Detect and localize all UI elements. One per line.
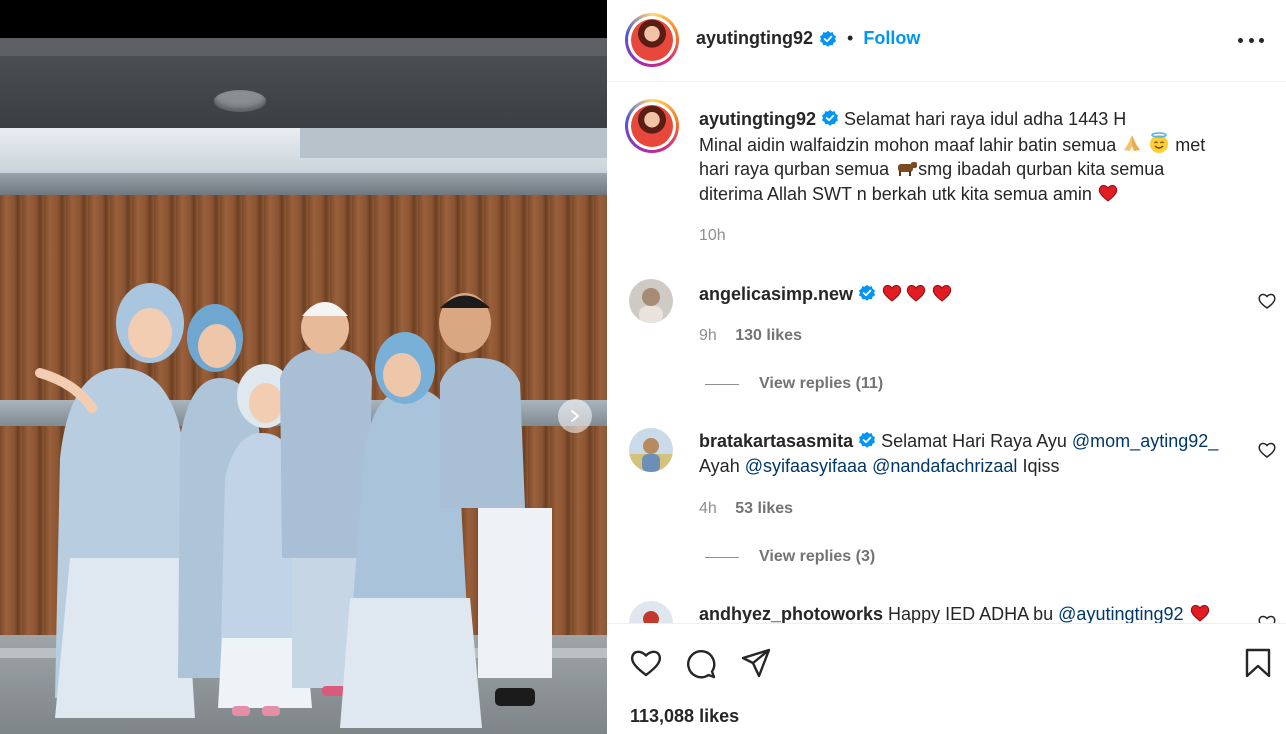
comment-meta: 9h 130 likes [699, 327, 802, 345]
comment-username[interactable]: andhyez_photoworks [699, 604, 883, 623]
red-heart-icon [881, 284, 903, 304]
heart-icon[interactable] [630, 648, 662, 683]
comment-time: 4h [699, 500, 717, 517]
red-heart-icon [903, 284, 929, 304]
verified-badge-icon [822, 109, 839, 126]
author-username[interactable]: ayutingting92 [696, 28, 813, 49]
post-photo[interactable] [0, 38, 607, 734]
comment-time: 9h [699, 327, 717, 344]
caption-line-1: Selamat hari raya idul adha 1443 H [844, 109, 1127, 129]
verified-badge-icon [859, 431, 876, 448]
mention-link[interactable]: @nandafachrizaal [872, 456, 1017, 476]
commenter-avatar[interactable] [629, 601, 673, 623]
caption-time: 10h [699, 227, 726, 244]
caption-line-2: Minal aidin walfaidzin mohon maaf lahir … [699, 134, 1117, 155]
comment-likes[interactable]: 130 likes [735, 327, 802, 344]
caption-line-3: hari raya qurban semua [699, 159, 890, 179]
bookmark-icon[interactable] [1244, 648, 1272, 683]
comment-text: andhyez_photoworks Happy IED ADHA bu @ay… [699, 602, 1259, 623]
caption-text: ayutingting92 Selamat hari raya idul adh… [699, 107, 1259, 206]
commenter-avatar[interactable] [629, 279, 673, 323]
comment-body: Happy IED ADHA bu [888, 604, 1054, 623]
comment-icon[interactable] [685, 648, 717, 685]
chevron-right-icon [571, 410, 579, 422]
carousel-next-button[interactable] [558, 399, 592, 433]
header-user-row: ayutingting92 • Follow [696, 28, 920, 49]
comment-body: Selamat Hari Raya Ayu [881, 431, 1067, 451]
share-icon[interactable] [740, 648, 772, 683]
smiling-halo-icon [1150, 131, 1169, 153]
comment-body: Ayah [699, 455, 740, 476]
caption-username[interactable]: ayutingting92 [699, 109, 816, 129]
comment-like-heart-icon[interactable] [1258, 442, 1276, 463]
comment-username[interactable]: angelicasimp.new [699, 284, 853, 304]
commenter-avatar[interactable] [629, 428, 673, 472]
caption-line-4: diterima Allah SWT n berkah utk kita sem… [699, 183, 1092, 204]
more-options-icon[interactable] [1238, 30, 1264, 50]
red-heart-icon [1098, 184, 1118, 202]
caption-line-2b: met [1175, 134, 1206, 155]
comment-text: angelicasimp.new [699, 282, 1259, 307]
verified-badge-icon [820, 30, 837, 47]
view-replies-button[interactable]: View replies (3) [705, 548, 875, 566]
comment-text: bratakartasasmita Selamat Hari Raya Ayu … [699, 429, 1259, 478]
view-replies-button[interactable]: View replies (11) [705, 375, 883, 393]
view-replies-label: View replies (11) [759, 375, 884, 392]
post-header: ayutingting92 • Follow [607, 0, 1286, 82]
caption-avatar[interactable] [625, 99, 679, 153]
family-figures [35, 283, 552, 728]
red-heart-icon [1190, 605, 1209, 622]
reply-divider [705, 383, 739, 385]
post-sidebar: ayutingting92 • Follow ayutingting92 Sel… [607, 0, 1286, 734]
post-media [0, 0, 607, 734]
mention-link[interactable]: @mom_ayting92_ [1072, 431, 1218, 451]
author-avatar[interactable] [625, 13, 679, 67]
mention-link[interactable]: @ayutingting92 [1058, 604, 1183, 623]
caption-line-3b: smg ibadah qurban kita semua [918, 159, 1165, 179]
comment-like-heart-icon[interactable] [1258, 615, 1276, 623]
verified-badge-icon [859, 284, 876, 301]
view-replies-label: View replies (3) [759, 548, 876, 565]
praying-hands-icon [1124, 134, 1141, 151]
comment-body: Iqiss [1022, 455, 1060, 476]
header-separator: • [847, 28, 854, 48]
follow-button[interactable]: Follow [863, 28, 920, 49]
post-actions: 113,088 likes [607, 623, 1286, 734]
comment-meta: 4h 53 likes [699, 500, 793, 518]
reply-divider [705, 556, 739, 558]
red-heart-icon [929, 284, 955, 304]
comment-like-heart-icon[interactable] [1258, 293, 1276, 314]
comments-list[interactable]: ayutingting92 Selamat hari raya idul adh… [607, 83, 1286, 623]
cow-icon [898, 162, 918, 176]
comment-username[interactable]: bratakartasasmita [699, 431, 853, 451]
comment-likes[interactable]: 53 likes [735, 500, 793, 517]
mention-link[interactable]: @syifaasyifaaa [745, 456, 867, 476]
like-count[interactable]: 113,088 likes [630, 706, 739, 727]
